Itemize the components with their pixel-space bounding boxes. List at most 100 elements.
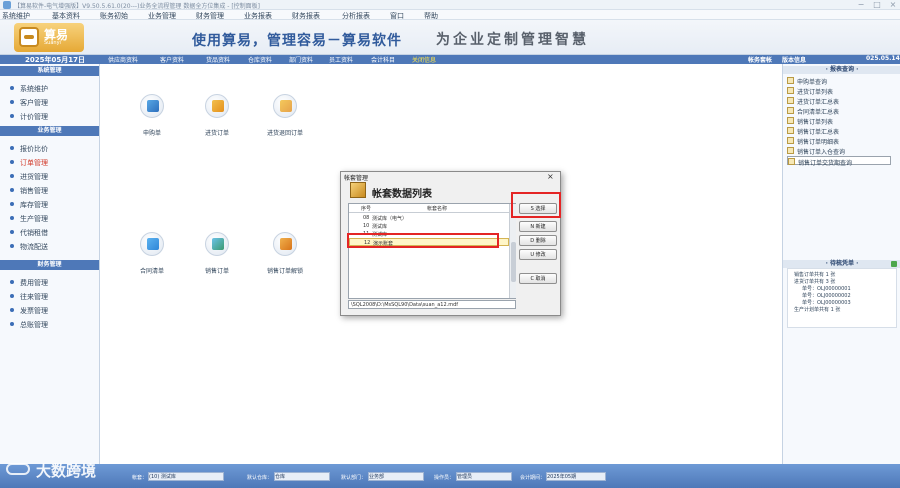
sidebar-section-finance[interactable]: 财务管理: [0, 260, 99, 270]
bullet-icon: [10, 308, 14, 312]
report-item[interactable]: 进货订单列表: [787, 86, 891, 96]
module-contract-list[interactable]: 合同清单: [122, 232, 182, 284]
watermark-logo-icon: [6, 463, 30, 475]
close-button[interactable]: ×: [886, 0, 900, 10]
sidebar-item-quote-compare[interactable]: 报价比价: [10, 144, 48, 154]
report-item-label: 进货订单汇总表: [797, 99, 840, 106]
sidebar-item-order-management[interactable]: 订单管理: [10, 158, 48, 168]
tree-node[interactable]: 生产计划单共有 1 张: [794, 306, 840, 313]
status-department: 业务部: [368, 472, 424, 481]
sidebar-item-label: 销售管理: [20, 187, 48, 195]
modify-button[interactable]: U 修改: [519, 249, 557, 260]
module-label: 进货订单: [204, 130, 229, 137]
sidebar-item-ledger-management[interactable]: 总账管理: [10, 320, 48, 330]
minimize-button[interactable]: −: [854, 0, 868, 10]
status-label-warehouse: 默认仓库：: [247, 475, 273, 481]
column-header-name: 帐套名称: [427, 206, 448, 212]
nav-link-customers[interactable]: 客户资料: [160, 55, 184, 64]
sidebar-item-expense-management[interactable]: 费用管理: [10, 278, 48, 288]
sidebar-section-system[interactable]: 系统管理: [0, 66, 99, 76]
refresh-icon[interactable]: [891, 261, 897, 267]
nav-link-departments[interactable]: 部门资料: [289, 55, 313, 64]
sidebar-item-ar-ap-management[interactable]: 往来管理: [10, 292, 48, 302]
report-item[interactable]: 申购单查询: [787, 76, 891, 86]
account-set-list[interactable]: 序号 帐套名称 08 测试库（电气） 10 测试库 11 测试库 12 演示账套: [348, 203, 516, 299]
list-scrollbar[interactable]: [509, 204, 516, 298]
bullet-icon: [10, 100, 14, 104]
tree-node[interactable]: 单号：OLJ00000002: [802, 292, 851, 299]
status-account-set: (10) 测试库: [148, 472, 224, 481]
report-icon: [787, 77, 794, 84]
dialog-heading: 帐套数据列表: [372, 189, 432, 200]
tree-node[interactable]: 单号：OLJ00000001: [802, 285, 851, 292]
bullet-icon: [10, 160, 14, 164]
report-item[interactable]: 销售订单列表: [787, 116, 891, 126]
nav-link-close-info[interactable]: 关闭信息: [412, 55, 436, 64]
list-item[interactable]: 08 测试库（电气）: [349, 214, 509, 222]
sidebar-item-label: 费用管理: [20, 279, 48, 287]
nav-account-set[interactable]: 帐务套帐: [748, 55, 772, 64]
bullet-icon: [10, 86, 14, 90]
status-label-account-set: 帐套：: [132, 475, 148, 481]
scrollbar-thumb[interactable]: [511, 242, 516, 282]
nav-version-code: 025.05.14: [866, 55, 900, 62]
nav-link-warehouses[interactable]: 仓库资料: [248, 55, 272, 64]
report-item[interactable]: 销售订单交货期查询: [787, 156, 891, 167]
banner: 算易 Suanyi 使用算易，管理容易－算易软件 为企业定制管理智慧: [0, 20, 900, 55]
list-item[interactable]: 10 测试库: [349, 222, 509, 230]
module-label: 申购单: [142, 130, 161, 137]
new-button[interactable]: N 新建: [519, 221, 557, 232]
report-item[interactable]: 销售订单明细表: [787, 136, 891, 146]
sidebar-item-label: 往来管理: [20, 293, 48, 301]
sidebar-item-logistics[interactable]: 物流配送: [10, 242, 48, 252]
module-label: 销售订单: [204, 268, 229, 275]
report-icon: [787, 117, 794, 124]
dialog-close-icon[interactable]: ×: [547, 172, 554, 181]
sidebar-section-business[interactable]: 业务管理: [0, 126, 99, 136]
report-item-label: 销售订单交货期查询: [798, 160, 853, 167]
tree-node[interactable]: 进货订单共有 3 张: [794, 278, 835, 285]
maximize-button[interactable]: □: [870, 0, 884, 10]
delete-button[interactable]: D 删除: [519, 235, 557, 246]
nav-link-products[interactable]: 货品资料: [206, 55, 230, 64]
bullet-icon: [10, 202, 14, 206]
sidebar-item-pricing-management[interactable]: 计价管理: [10, 112, 48, 122]
report-item-label: 销售订单入仓查询: [797, 149, 846, 156]
list-header: 序号 帐套名称: [349, 204, 509, 213]
module-sales-order[interactable]: 销售订单: [187, 232, 247, 284]
sales-order-icon: [205, 232, 229, 256]
sidebar-item-label: 报价比价: [20, 145, 48, 153]
sidebar-item-label: 计价管理: [20, 113, 48, 121]
nav-link-employees[interactable]: 员工资料: [329, 55, 353, 64]
nav-link-accounts[interactable]: 会计科目: [371, 55, 395, 64]
sidebar-item-purchase-management[interactable]: 进货管理: [10, 172, 48, 182]
status-warehouse: 仓库: [274, 472, 330, 481]
sidebar-item-consignment-lease[interactable]: 代销租借: [10, 228, 48, 238]
module-purchase-return-order[interactable]: 进货退回订单: [255, 94, 315, 146]
tree-node[interactable]: 销售订单共有 1 张: [794, 271, 835, 278]
cancel-button[interactable]: C 取消: [519, 273, 557, 284]
sidebar-item-production-management[interactable]: 生产管理: [10, 214, 48, 224]
report-item-label: 销售订单明细表: [797, 139, 840, 146]
report-item[interactable]: 合同清单汇总表: [787, 106, 891, 116]
sidebar-item-invoice-management[interactable]: 发票管理: [10, 306, 48, 316]
report-item[interactable]: 销售订单汇总表: [787, 126, 891, 136]
sidebar-item-customer-management[interactable]: 客户管理: [10, 98, 48, 108]
module-purchase-order[interactable]: 进货订单: [187, 94, 247, 146]
report-item[interactable]: 进货订单汇总表: [787, 96, 891, 106]
report-icon: [787, 107, 794, 114]
module-purchase-request[interactable]: 申购单: [122, 94, 182, 146]
module-sales-order-unlock[interactable]: 销售订单解锁: [255, 232, 315, 284]
sidebar-item-sales-management[interactable]: 销售管理: [10, 186, 48, 196]
nav-link-suppliers[interactable]: 供应商资料: [108, 55, 138, 64]
sidebar-item-system-maintenance[interactable]: 系统维护: [10, 84, 48, 94]
window-title: 【算易软件-电气增强版】V9.50.5.61.0(20---)业务全流程管理 数…: [14, 3, 261, 10]
report-item[interactable]: 销售订单入仓查询: [787, 146, 891, 156]
sidebar-item-label: 总账管理: [20, 321, 48, 329]
tree-node[interactable]: 单号：OLJ00000003: [802, 299, 851, 306]
nav-version-info[interactable]: 版本信息: [782, 55, 806, 64]
database-path-field: \SQL2008\D:\MsSQL90\Data\suan_a12.mdf: [348, 300, 516, 309]
bullet-icon: [10, 230, 14, 234]
nav-bar: 2025年05月17日 供应商资料 客户资料 货品资料 仓库资料 部门资料 员工…: [0, 55, 900, 64]
sidebar-item-inventory-management[interactable]: 库存管理: [10, 200, 48, 210]
